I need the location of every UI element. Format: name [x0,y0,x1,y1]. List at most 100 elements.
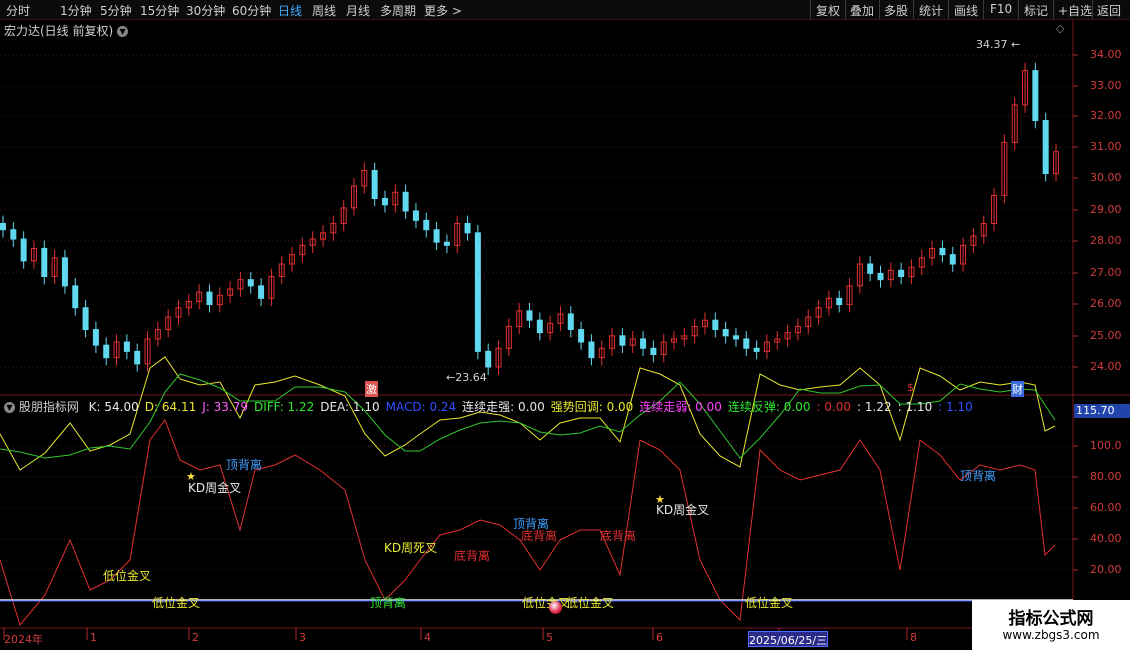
signal-ball-icon [549,601,562,614]
toolbar-divider [1018,0,1019,19]
indicator-value: 连续走强: 0.00 [462,400,545,414]
date-tick: 1 [90,631,97,644]
price-tick: 26.00 [1090,297,1122,310]
indicator-value: K: 54.00 [88,400,139,414]
indicator-value: D: 64.11 [144,400,197,414]
price-tick: 27.00 [1090,266,1122,279]
tab-15min[interactable]: 15分钟 [140,2,179,19]
chevron-down-icon[interactable]: ▼ [117,26,129,37]
indicator-value: DIFF: 1.22 [253,400,315,414]
tab-60min[interactable]: 60分钟 [232,2,271,19]
indicator-axis-max: 115.70 [1074,404,1130,418]
event-marker[interactable]: 财 [1011,381,1024,397]
event-marker[interactable]: 激 [365,381,378,397]
toolbar-divider [845,0,846,19]
high-price-annotation: 34.37 ← [976,38,1021,51]
indicator-title: 股朋指标网 [18,400,79,414]
event-marker[interactable]: $ [907,381,914,394]
chevron-down-icon[interactable]: ▼ [4,402,15,413]
indicator-value: : 1.10 [897,400,933,414]
tab-weekly[interactable]: 周线 [312,2,336,19]
stock-title: 宏力达(日线 前复权) [4,24,114,38]
toolbar-divider [983,0,984,19]
indicator-value: 连续反弹: 0.00 [727,400,811,414]
indicator-value: MACD: 0.24 [385,400,457,414]
date-tick: 2024年 [4,633,43,646]
signal-label: 顶背离 [370,596,407,610]
tab-daily[interactable]: 日线 [278,2,302,19]
date-tick: 4 [424,631,431,644]
signal-label: 顶背离 [226,458,263,472]
indicator-value: 连续走弱: 0.00 [639,400,722,414]
watermark-url: www.zbgs3.com [1002,628,1100,642]
indicator-value: : 1.22 [857,400,892,414]
signal-label: 底背离 [454,549,491,563]
mark-button[interactable]: 标记 [1024,2,1048,19]
low-price-annotation: ←23.64 [446,371,487,384]
f10-button[interactable]: F10 [990,2,1012,16]
price-tick: 34.00 [1090,48,1122,61]
tab-fenshi[interactable]: 分时 [6,2,30,19]
indicator-header: ▼ 股朋指标网 K: 54.00 D: 64.11 J: 33.79 DIFF: 1.… [4,398,973,415]
back-button[interactable]: 返回 [1097,2,1121,19]
watermark: 指标公式网 www.zbgs3.com [972,600,1130,650]
candlesticks [0,62,1059,375]
signal-label: KD周死叉 [384,541,438,555]
diamond-icon[interactable]: ◇ [1056,22,1064,35]
draw-line-button[interactable]: 画线 [954,2,978,19]
date-tick: 2 [192,631,199,644]
toolbar-divider [948,0,949,19]
signal-label: 底背离 [600,529,637,543]
chart-canvas [0,20,1130,640]
price-tick: 31.00 [1090,140,1122,153]
tab-1min[interactable]: 1分钟 [60,2,92,19]
signal-label: 低位金叉 [566,596,615,610]
signal-label: 低位金叉 [522,596,571,610]
tab-30min[interactable]: 30分钟 [186,2,225,19]
restore-rights-button[interactable]: 复权 [816,2,840,19]
indicator-value: : 1.10 [938,400,973,414]
signal-label: 低位金叉 [152,596,201,610]
price-tick: 33.00 [1090,79,1122,92]
signal-label: 顶背离 [960,469,997,483]
add-watchlist-button[interactable]: +自选 [1058,2,1092,19]
indicator-value: 强势回调: 0.00 [550,400,634,414]
price-tick: 28.00 [1090,234,1122,247]
date-crosshair-label: 2025/06/25/三 [748,631,828,647]
toolbar-divider [1092,0,1093,19]
toolbar-divider [810,0,811,19]
indicator-tick: 80.00 [1090,470,1122,483]
date-tick: 8 [910,631,917,644]
price-tick: 32.00 [1090,109,1122,122]
indicator-value: J: 33.79 [202,400,248,414]
price-tick: 24.00 [1090,360,1122,373]
overlay-button[interactable]: 叠加 [850,2,874,19]
price-tick: 25.00 [1090,329,1122,342]
signal-label: 底背离 [521,529,558,543]
date-tick: 3 [299,631,306,644]
tab-multi-period[interactable]: 多周期 [380,2,416,19]
main-chart-header: 宏力达(日线 前复权) ▼ [4,22,129,39]
toolbar-divider [1053,0,1054,19]
tab-more[interactable]: 更多 > [424,2,462,19]
indicator-value: : 0.00 [816,400,852,414]
statistics-button[interactable]: 统计 [919,2,943,19]
indicator-tick: 60.00 [1090,501,1122,514]
price-tick: 29.00 [1090,203,1122,216]
star-icon: ★ [655,493,665,506]
star-icon: ★ [186,470,196,483]
multi-stock-button[interactable]: 多股 [884,2,908,19]
signal-label: 低位金叉 [103,569,152,583]
indicator-tick: 100.0 [1090,439,1122,452]
tab-5min[interactable]: 5分钟 [100,2,132,19]
toolbar-divider [913,0,914,19]
signal-label: 低位金叉 [745,596,794,610]
watermark-title: 指标公式网 [1008,609,1094,629]
grid-lines [0,20,1130,640]
indicator-tick: 20.00 [1090,563,1122,576]
tab-monthly[interactable]: 月线 [346,2,370,19]
date-tick: 6 [656,631,663,644]
date-tick: 5 [546,631,553,644]
top-toolbar: 分时 1分钟 5分钟 15分钟 30分钟 60分钟 日线 周线 月线 多周期 更… [0,0,1130,20]
toolbar-divider [879,0,880,19]
